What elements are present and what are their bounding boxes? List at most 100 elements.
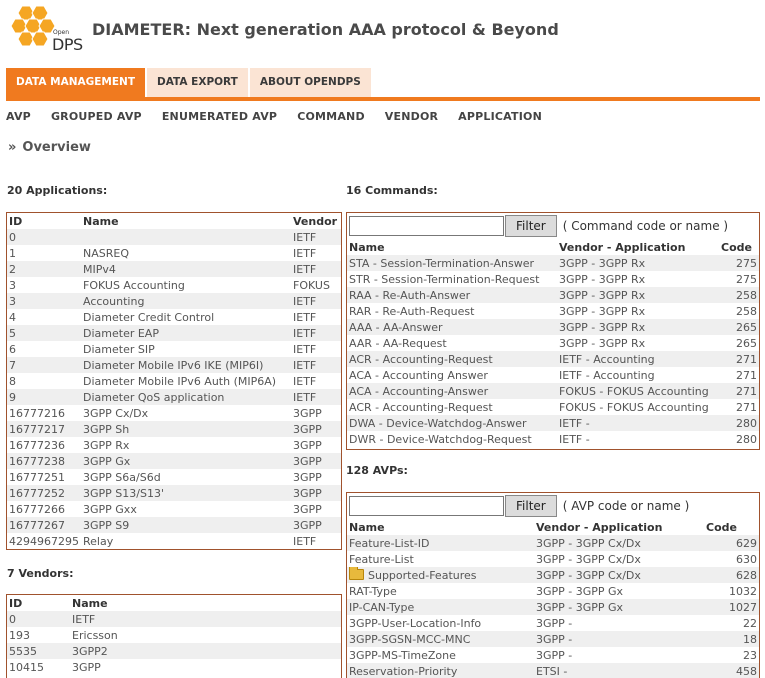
opendps-logo[interactable]: Open DPS: [8, 4, 88, 56]
command-row[interactable]: STA - Session-Termination-Answer 3GPP - 3…: [347, 255, 759, 271]
command-row[interactable]: DWR - Device-Watchdog-Request IETF - 280: [347, 431, 759, 447]
avp-name[interactable]: RAT-Type: [349, 585, 397, 598]
application-name[interactable]: 3GPP Gxx: [81, 501, 291, 517]
application-row[interactable]: 3 Accounting IETF: [7, 293, 341, 309]
command-row[interactable]: DWA - Device-Watchdog-Answer IETF -280: [347, 415, 759, 431]
avp-name-cell[interactable]: 3GPP-SGSN-MCC-MNC: [347, 631, 534, 647]
tab-about-opendps[interactable]: ABOUT OPENDPS: [249, 68, 373, 97]
avp-row[interactable]: Feature-List 3GPP - 3GPP Cx/Dx 630: [347, 551, 759, 567]
application-row[interactable]: 4294967295 Relay IETF: [7, 533, 341, 549]
application-row[interactable]: 5 Diameter EAP IETF: [7, 325, 341, 341]
avp-name-cell[interactable]: Feature-List-ID: [347, 535, 534, 551]
application-row[interactable]: 16777216 3GPP Cx/Dx 3GPP: [7, 405, 341, 421]
avp-name[interactable]: Supported-Features: [368, 569, 477, 582]
application-name[interactable]: 3GPP Cx/Dx: [81, 405, 291, 421]
avp-name[interactable]: Feature-List: [349, 553, 414, 566]
vendor-name[interactable]: Ericsson: [70, 627, 341, 643]
application-row[interactable]: 16777238 3GPP Gx 3GPP: [7, 453, 341, 469]
application-row[interactable]: 16777252 3GPP S13/S13' 3GPP: [7, 485, 341, 501]
commands-filter-button[interactable]: Filter: [505, 215, 557, 237]
application-row[interactable]: 16777251 3GPP S6a/S6d 3GPP: [7, 469, 341, 485]
application-row[interactable]: 0 IETF: [7, 229, 341, 245]
avp-name[interactable]: Feature-List-ID: [349, 537, 429, 550]
command-name[interactable]: RAR - Re-Auth-Request: [347, 303, 557, 319]
application-name[interactable]: [81, 229, 291, 245]
avp-name[interactable]: 3GPP-User-Location-Info: [349, 617, 481, 630]
avp-row[interactable]: IP-CAN-Type 3GPP - 3GPP Gx 1027: [347, 599, 759, 615]
avp-name[interactable]: 3GPP-MS-TimeZone: [349, 649, 456, 662]
application-name[interactable]: 3GPP Sh: [81, 421, 291, 437]
avp-row[interactable]: 3GPP-User-Location-Info 3GPP - 22: [347, 615, 759, 631]
command-row[interactable]: AAR - AA-Request 3GPP - 3GPP Rx 265: [347, 335, 759, 351]
avp-name-cell[interactable]: 3GPP-User-Location-Info: [347, 615, 534, 631]
vendor-row[interactable]: 193 Ericsson: [7, 627, 341, 643]
application-name[interactable]: Diameter EAP: [81, 325, 291, 341]
application-row[interactable]: 4 Diameter Credit Control IETF: [7, 309, 341, 325]
subnav-application[interactable]: APPLICATION: [458, 110, 542, 123]
vendor-name[interactable]: 3GPP2: [70, 643, 341, 659]
command-row[interactable]: RAA - Re-Auth-Answer 3GPP - 3GPP Rx 258: [347, 287, 759, 303]
application-row[interactable]: 6 Diameter SIP IETF: [7, 341, 341, 357]
application-row[interactable]: 16777266 3GPP Gxx 3GPP: [7, 501, 341, 517]
application-name[interactable]: Accounting: [81, 293, 291, 309]
command-name[interactable]: DWR - Device-Watchdog-Request: [347, 431, 557, 447]
application-name[interactable]: Diameter Mobile IPv6 Auth (MIP6A): [81, 373, 291, 389]
avp-name-cell[interactable]: Reservation-Priority: [347, 663, 534, 678]
vendor-row[interactable]: 0 IETF: [7, 611, 341, 627]
command-name[interactable]: AAR - AA-Request: [347, 335, 557, 351]
avp-name-cell[interactable]: 3GPP-MS-TimeZone: [347, 647, 534, 663]
command-name[interactable]: AAA - AA-Answer: [347, 319, 557, 335]
subnav-avp[interactable]: AVP: [6, 110, 31, 123]
application-row[interactable]: 1 NASREQ IETF: [7, 245, 341, 261]
avp-name[interactable]: IP-CAN-Type: [349, 601, 414, 614]
avp-name[interactable]: Reservation-Priority: [349, 665, 457, 678]
avp-row[interactable]: RAT-Type 3GPP - 3GPP Gx 1032: [347, 583, 759, 599]
avp-row[interactable]: Supported-Features 3GPP - 3GPP Cx/Dx 628: [347, 567, 759, 583]
command-row[interactable]: RAR - Re-Auth-Request 3GPP - 3GPP Rx 258: [347, 303, 759, 319]
vendor-name[interactable]: 3GPP: [70, 659, 341, 675]
application-name[interactable]: Diameter SIP: [81, 341, 291, 357]
avp-name-cell[interactable]: Supported-Features: [347, 567, 534, 583]
command-name[interactable]: DWA - Device-Watchdog-Answer: [347, 415, 557, 431]
subnav-grouped-avp[interactable]: GROUPED AVP: [51, 110, 142, 123]
command-row[interactable]: ACR - Accounting-Request IETF - Accountin…: [347, 351, 759, 367]
avps-filter-button[interactable]: Filter: [505, 495, 557, 517]
subnav-enumerated-avp[interactable]: ENUMERATED AVP: [162, 110, 277, 123]
subnav-vendor[interactable]: VENDOR: [385, 110, 438, 123]
command-name[interactable]: STA - Session-Termination-Answer: [347, 255, 557, 271]
application-row[interactable]: 16777217 3GPP Sh 3GPP: [7, 421, 341, 437]
application-name[interactable]: FOKUS Accounting: [81, 277, 291, 293]
application-row[interactable]: 3 FOKUS Accounting FOKUS: [7, 277, 341, 293]
avps-filter-input[interactable]: [349, 496, 504, 516]
application-name[interactable]: Diameter QoS application: [81, 389, 291, 405]
application-row[interactable]: 7 Diameter Mobile IPv6 IKE (MIP6I) IETF: [7, 357, 341, 373]
command-name[interactable]: ACA - Accounting Answer: [347, 367, 557, 383]
application-name[interactable]: Diameter Mobile IPv6 IKE (MIP6I): [81, 357, 291, 373]
vendor-row[interactable]: 10415 3GPP: [7, 659, 341, 675]
application-name[interactable]: 3GPP S9: [81, 517, 291, 533]
command-row[interactable]: ACA - Accounting-Answer FOKUS - FOKUS Acc…: [347, 383, 759, 399]
avp-name-cell[interactable]: IP-CAN-Type: [347, 599, 534, 615]
command-name[interactable]: STR - Session-Termination-Request: [347, 271, 557, 287]
application-name[interactable]: 3GPP Rx: [81, 437, 291, 453]
application-name[interactable]: 3GPP S13/S13': [81, 485, 291, 501]
vendor-row[interactable]: 5535 3GPP2: [7, 643, 341, 659]
command-name[interactable]: ACR - Accounting-Request: [347, 351, 557, 367]
command-row[interactable]: ACR - Accounting-Request FOKUS - FOKUS Ac…: [347, 399, 759, 415]
avp-row[interactable]: 3GPP-SGSN-MCC-MNC 3GPP -18: [347, 631, 759, 647]
application-row[interactable]: 16777236 3GPP Rx 3GPP: [7, 437, 341, 453]
application-name[interactable]: 3GPP S6a/S6d: [81, 469, 291, 485]
application-name[interactable]: Relay: [81, 533, 291, 549]
command-name[interactable]: ACA - Accounting-Answer: [347, 383, 557, 399]
application-name[interactable]: NASREQ: [81, 245, 291, 261]
command-name[interactable]: RAA - Re-Auth-Answer: [347, 287, 557, 303]
tab-data-management[interactable]: DATA MANAGEMENT: [6, 68, 148, 97]
application-name[interactable]: MIPv4: [81, 261, 291, 277]
command-name[interactable]: ACR - Accounting-Request: [347, 399, 557, 415]
commands-filter-input[interactable]: [349, 216, 504, 236]
application-row[interactable]: 9 Diameter QoS application IETF: [7, 389, 341, 405]
command-row[interactable]: ACA - Accounting Answer IETF - Accounting…: [347, 367, 759, 383]
application-name[interactable]: Diameter Credit Control: [81, 309, 291, 325]
avp-name-cell[interactable]: RAT-Type: [347, 583, 534, 599]
application-row[interactable]: 16777267 3GPP S9 3GPP: [7, 517, 341, 533]
